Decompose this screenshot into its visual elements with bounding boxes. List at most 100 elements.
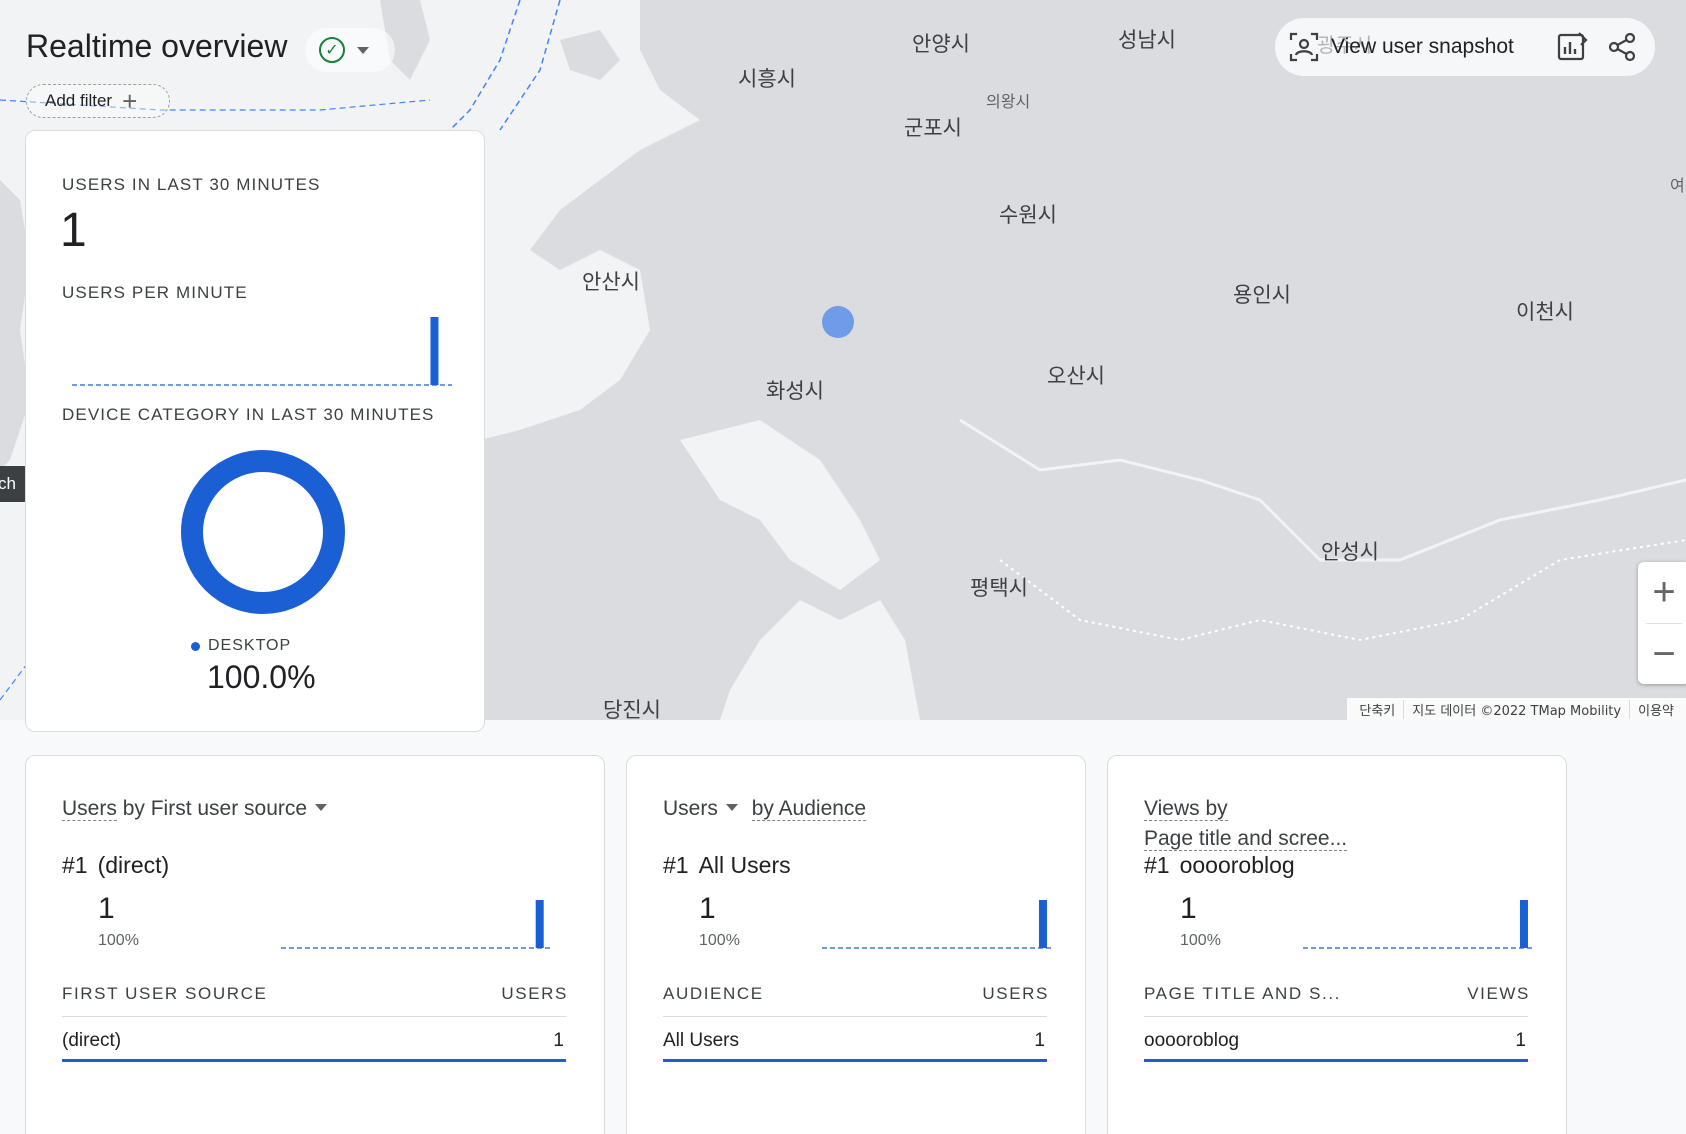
column-header-metric: USERS [982,984,1049,1003]
donut-slice [181,450,345,614]
metric-selector[interactable]: Users [62,797,117,821]
city-label: 이천시 [1516,300,1574,324]
row-bar [1144,1059,1528,1062]
top-rank: #1 ooooroblog [1144,852,1295,879]
row-bar [663,1059,1047,1062]
add-filter-label: Add filter [45,91,113,110]
city-label: 오산시 [1047,364,1105,388]
city-label: 당진시 [603,698,661,720]
mini-sparkline [281,900,551,949]
card-title: Users by First user source [62,794,335,824]
column-header-metric: VIEWS [1467,984,1530,1003]
card-title: Users by Audience [663,794,867,824]
metric-selector[interactable]: Views by [1144,797,1228,821]
column-header-dimension: AUDIENCE [663,984,764,1003]
view-user-snapshot-button[interactable]: 광주시 View user snapshot [1289,32,1514,62]
audience-card: Users by Audience #1 All Users 1 100% AUD… [626,755,1086,1134]
rank-name: ooooroblog [1179,852,1295,878]
city-label: 시흥시 [738,67,796,91]
card-title: Views by Page title and scree... [1144,794,1348,854]
caret-down-icon[interactable] [725,804,738,812]
terms-link[interactable]: 이용약 [1629,699,1682,719]
zoom-control: + − [1638,562,1686,684]
header-tools: 광주시 View user snapshot [1275,18,1655,76]
top-rank: #1 All Users [663,852,791,879]
users-30-label: USERS IN LAST 30 MINUTES [62,175,321,194]
status-dropdown[interactable]: ✓ [305,28,395,72]
user-snapshot-icon [1289,32,1319,62]
check-circle-icon: ✓ [319,37,345,63]
top-value: 1 [699,892,716,925]
row-value: 1 [1515,1030,1526,1051]
ferry-route [499,0,561,131]
mini-sparkline [1303,900,1533,949]
row-name[interactable]: All Users [663,1030,739,1052]
city-label: 화성시 [766,379,824,403]
caret-down-icon [357,46,369,54]
add-filter-button[interactable]: Add filter + [26,84,170,118]
city-label: 성남시 [1118,28,1176,52]
chart-bar [1519,900,1528,948]
row-bar [62,1059,566,1062]
city-label: 안성시 [1321,540,1379,564]
mini-sparkline [822,900,1052,949]
share-icon[interactable] [1605,30,1639,64]
rank-name: (direct) [97,852,170,878]
chart-bar [1038,900,1047,948]
keyboard-shortcuts-link[interactable]: 단축키 [1351,700,1403,719]
users-per-minute-chart [72,317,452,386]
city-label: 안양시 [912,32,970,56]
page-title: Realtime overview [26,28,288,64]
zoom-out-button[interactable]: − [1638,624,1686,685]
realtime-page: 안양시 성남시 시흥시 의왕시 군포시 수원시 안산시 용인시 이천시 화성시 … [0,0,1686,1134]
caret-down-icon[interactable] [315,804,328,812]
dimension-label: by First user source [122,797,308,820]
city-label: 평택시 [970,576,1028,600]
city-label: 안산시 [582,270,640,294]
device-category-label: DEVICE CATEGORY IN LAST 30 MINUTES [62,405,435,424]
rank-number: #1 [663,852,689,878]
customize-report-icon[interactable] [1555,30,1589,64]
map-attribution: 단축키 지도 데이터 ©2022 TMap Mobility 이용약 [1347,698,1686,720]
metric-label: Views by [1144,797,1228,821]
dimension-label[interactable]: Page title and scree... [1144,827,1348,851]
chart-bar [430,317,439,385]
top-percent: 100% [1180,932,1221,949]
side-tab[interactable]: ch [0,466,28,502]
top-value: 1 [1180,892,1197,925]
top-percent: 100% [98,932,139,949]
view-user-snapshot-label: View user snapshot [1331,35,1514,58]
rank-number: #1 [62,852,88,878]
users-30-value: 1 [60,204,87,257]
users-card: USERS IN LAST 30 MINUTES 1 USERS PER MIN… [25,130,485,732]
chart-bar [535,900,544,948]
metric-selector[interactable]: Users [663,797,718,820]
dimension-label: by Audience [751,797,867,821]
city-label: 여 [1670,176,1685,195]
column-header-dimension: PAGE TITLE AND S... [1144,984,1341,1003]
user-location-dot[interactable] [822,306,854,338]
rank-name: All Users [698,852,791,878]
city-label: 용인시 [1233,283,1291,307]
city-label: 군포시 [904,116,962,140]
city-label: 의왕시 [986,92,1031,111]
legend-dot [191,641,200,651]
rank-number: #1 [1144,852,1170,878]
row-name[interactable]: ooooroblog [1144,1030,1239,1052]
row-value: 1 [553,1030,564,1051]
row-value: 1 [1034,1030,1045,1051]
legend-label: DESKTOP [208,637,292,654]
zoom-in-button[interactable]: + [1638,562,1686,623]
column-header-metric: USERS [501,984,568,1003]
header-divider [62,1016,566,1017]
top-value: 1 [98,892,115,925]
users-per-minute-label: USERS PER MINUTE [62,283,248,302]
legend-percent: 100.0% [207,659,316,695]
plus-icon: + [122,86,138,116]
land-island [560,30,620,80]
row-name[interactable]: (direct) [62,1030,121,1052]
side-tab-label: ch [0,474,16,493]
page-title-card: Views by Page title and scree... #1 oooor… [1107,755,1567,1134]
first-user-source-card: Users by First user source #1 (direct) 1 … [25,755,605,1134]
top-rank: #1 (direct) [62,852,169,879]
